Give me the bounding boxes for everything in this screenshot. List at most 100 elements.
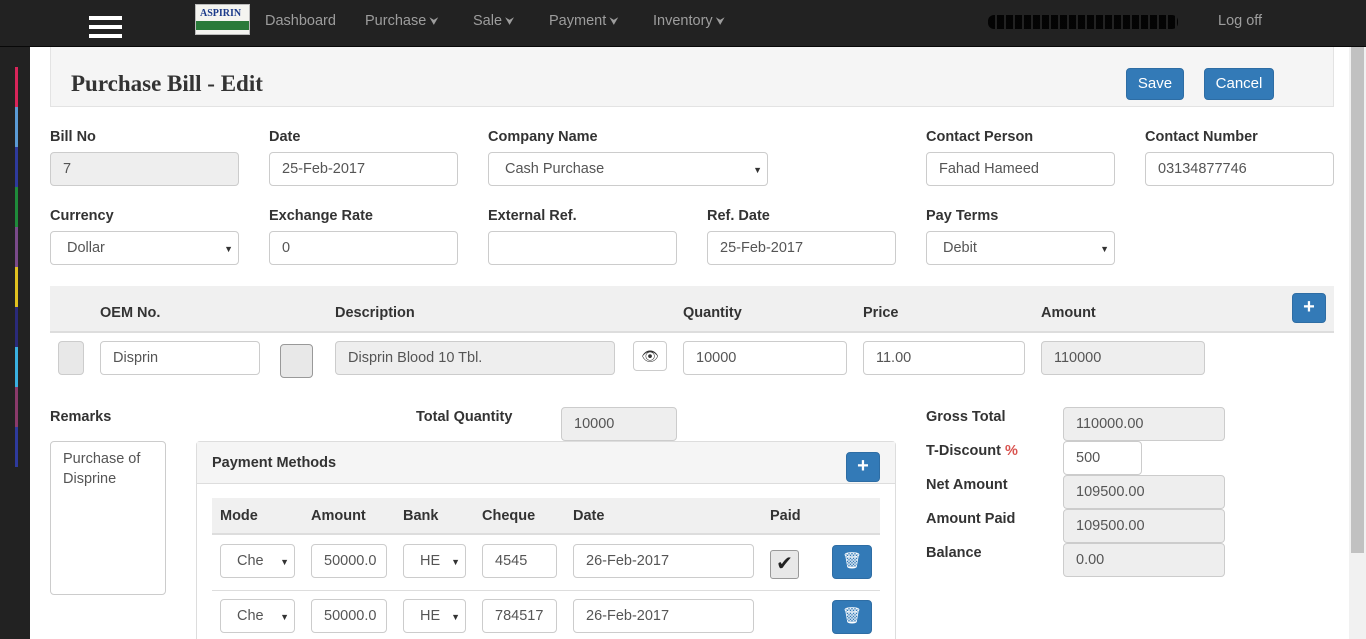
remarks-label: Remarks xyxy=(50,409,112,425)
chevron-down-icon: ⮟ xyxy=(505,16,515,28)
description-field: Disprin Blood 10 Tbl. xyxy=(335,341,615,375)
payment-date-field[interactable]: 26-Feb-2017 xyxy=(573,544,754,578)
payment-mode-select[interactable]: Che ▼ xyxy=(220,544,295,578)
caret-down-icon: ▼ xyxy=(224,244,233,254)
date-label: Date xyxy=(269,129,301,145)
sidebar-color-marker xyxy=(15,347,18,387)
caret-down-icon: ▼ xyxy=(451,612,460,622)
company-name-select[interactable]: Cash Purchase ▼ xyxy=(488,152,768,186)
exchange-rate-label: Exchange Rate xyxy=(269,208,373,224)
payment-bank-select[interactable]: HE ▼ xyxy=(403,599,466,633)
contact-number-label: Contact Number xyxy=(1145,129,1258,145)
pay-terms-select[interactable]: Debit ▼ xyxy=(926,231,1115,265)
t-discount-field[interactable]: 500 xyxy=(1063,441,1142,475)
quantity-field[interactable]: 10000 xyxy=(683,341,847,375)
trash-icon: 🗑 xyxy=(841,608,863,625)
percent-sign: % xyxy=(1004,443,1018,459)
view-eye-icon[interactable]: 👁 xyxy=(633,341,667,371)
payment-methods-header: Payment Methods xyxy=(197,442,895,484)
page-title: Purchase Bill - Edit xyxy=(71,71,263,96)
sidebar-color-marker xyxy=(15,427,18,467)
caret-down-icon: ▼ xyxy=(280,557,289,567)
col-description: Description xyxy=(335,305,415,321)
t-discount-label: T-Discount % xyxy=(926,443,1018,459)
payment-cheque-field[interactable]: 784517 xyxy=(482,599,557,633)
net-amount-label: Net Amount xyxy=(926,477,1008,493)
caret-down-icon: ▼ xyxy=(753,165,762,175)
amount-paid-label: Amount Paid xyxy=(926,511,1016,527)
currency-select[interactable]: Dollar ▼ xyxy=(50,231,239,265)
amount-paid-field: 109500.00 xyxy=(1063,509,1225,543)
top-navbar: ASPIRIN Dashboard Purchase ⮟ Sale ⮟ Paymen… xyxy=(0,0,1366,47)
nav-purchase[interactable]: Purchase ⮟ xyxy=(365,13,439,29)
sidebar-color-marker xyxy=(15,67,18,107)
checkmark-icon: ✔ xyxy=(776,553,793,575)
plus-icon: + xyxy=(857,455,869,477)
col-mode: Mode xyxy=(220,508,258,524)
caret-down-icon: ▼ xyxy=(280,612,289,622)
contact-person-field[interactable]: Fahad Hameed xyxy=(926,152,1115,186)
nav-sale[interactable]: Sale ⮟ xyxy=(473,13,514,29)
add-payment-button[interactable]: + xyxy=(846,452,880,482)
total-quantity-label: Total Quantity xyxy=(416,409,513,425)
price-field[interactable]: 11.00 xyxy=(863,341,1025,375)
payment-cheque-field[interactable]: 4545 xyxy=(482,544,557,578)
exchange-rate-field[interactable]: 0 xyxy=(269,231,458,265)
page-scrollbar[interactable] xyxy=(1349,47,1366,639)
payment-bank-select[interactable]: HE ▼ xyxy=(403,544,466,578)
date-field[interactable]: 25-Feb-2017 xyxy=(269,152,458,186)
col-price: Price xyxy=(863,305,899,321)
col-pm-amount: Amount xyxy=(311,508,366,524)
col-quantity: Quantity xyxy=(683,305,742,321)
chevron-down-icon: ⮟ xyxy=(429,16,439,28)
caret-down-icon: ▼ xyxy=(1100,244,1109,254)
paid-checkbox-checked[interactable]: ✔ xyxy=(770,550,799,579)
sidebar-color-marker xyxy=(15,147,18,187)
col-paid: Paid xyxy=(770,508,801,524)
nav-dashboard[interactable]: Dashboard xyxy=(265,13,336,29)
contact-number-field[interactable]: 03134877746 xyxy=(1145,152,1334,186)
menu-toggle-icon[interactable] xyxy=(89,16,123,46)
save-button[interactable]: Save xyxy=(1126,68,1184,100)
chevron-down-icon: ⮟ xyxy=(609,16,619,28)
trash-icon: 🗑 xyxy=(841,553,863,570)
payment-mode-select[interactable]: Che ▼ xyxy=(220,599,295,633)
ref-date-field[interactable]: 25-Feb-2017 xyxy=(707,231,896,265)
payment-amount-field[interactable]: 50000.0 xyxy=(311,599,387,633)
caret-down-icon: ▼ xyxy=(451,557,460,567)
external-ref-field[interactable] xyxy=(488,231,677,265)
sidebar-color-marker xyxy=(15,267,18,307)
currency-label: Currency xyxy=(50,208,114,224)
row-divider xyxy=(212,590,880,591)
bill-no-label: Bill No xyxy=(50,129,96,145)
col-amount: Amount xyxy=(1041,305,1096,321)
payment-amount-field[interactable]: 50000.0 xyxy=(311,544,387,578)
col-bank: Bank xyxy=(403,508,439,524)
delete-payment-button[interactable]: 🗑 xyxy=(832,545,872,579)
col-oem-no: OEM No. xyxy=(100,305,161,321)
scrollbar-thumb[interactable] xyxy=(1351,47,1364,553)
external-ref-label: External Ref. xyxy=(488,208,577,224)
balance-label: Balance xyxy=(926,545,982,561)
brand-logo[interactable]: ASPIRIN xyxy=(195,4,250,35)
row-select-box[interactable] xyxy=(58,341,84,375)
payment-date-field[interactable]: 26-Feb-2017 xyxy=(573,599,754,633)
ref-date-label: Ref. Date xyxy=(707,208,770,224)
lookup-button[interactable] xyxy=(280,344,313,378)
sidebar-color-marker xyxy=(15,387,18,427)
cancel-button[interactable]: Cancel xyxy=(1204,68,1274,100)
payment-methods-title: Payment Methods xyxy=(212,455,337,471)
plus-icon: + xyxy=(1303,296,1315,318)
logoff-link[interactable]: Log off xyxy=(1218,13,1262,29)
gross-total-field: 110000.00 xyxy=(1063,407,1225,441)
delete-payment-button[interactable]: 🗑 xyxy=(832,600,872,634)
sidebar-color-marker xyxy=(15,187,18,227)
contact-person-label: Contact Person xyxy=(926,129,1034,145)
net-amount-field: 109500.00 xyxy=(1063,475,1225,509)
oem-no-field[interactable]: Disprin xyxy=(100,341,260,375)
sidebar-color-marker xyxy=(15,227,18,267)
add-item-button[interactable]: + xyxy=(1292,293,1326,323)
nav-payment[interactable]: Payment ⮟ xyxy=(549,13,619,29)
remarks-textarea[interactable]: Purchase of Disprine xyxy=(50,441,166,595)
nav-inventory[interactable]: Inventory ⮟ xyxy=(653,13,725,29)
